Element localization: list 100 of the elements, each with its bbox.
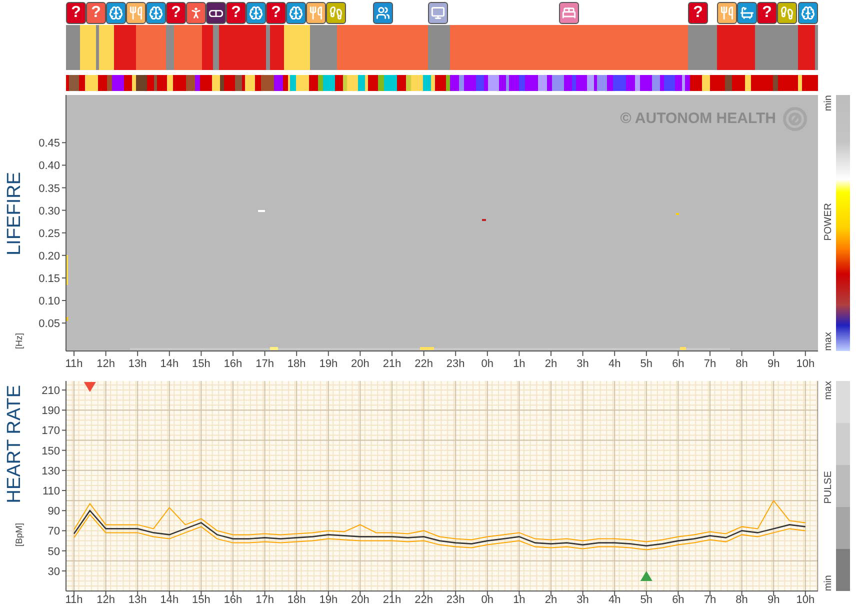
axis-tick-label: 0.20 [38,250,60,262]
axis-tick-label: 1h [513,594,526,606]
activity-marker[interactable] [146,2,166,24]
axis-tick-label: 23h [446,358,465,370]
footprints-icon [780,6,794,20]
axis-tick-label: 19h [319,358,338,370]
axis-tick-label: 2h [544,594,558,606]
axis-tick-label: 18h [287,358,306,370]
activity-marker[interactable]: ? [166,2,186,24]
brain-icon [289,6,303,20]
axis-tick-label: 23h [446,594,465,606]
brain-icon [249,6,263,20]
activity-marker[interactable]: ? [66,2,86,24]
axis-tick-label: 17h [256,358,274,370]
person-icon [189,6,203,20]
axis-tick-label: 12h [96,358,115,370]
axis-tick-label: 0.25 [38,228,60,240]
activity-marker[interactable] [372,2,392,24]
axis-tick-label: 20h [351,358,370,370]
axis-tick-label: 17h [256,594,274,606]
axis-tick-label: 150 [42,445,60,458]
axis-tick-label: 1h [513,358,526,370]
activity-marker[interactable] [737,2,757,24]
utensils-icon [720,6,734,20]
axis-tick-label: 130 [42,465,60,478]
axis-tick-label: 12h [96,594,115,606]
axis-tick-label: 21h [382,358,402,370]
activity-marker[interactable] [206,2,226,24]
legend-title: PULSE [822,470,835,504]
axis-tick-label: 2h [544,358,558,370]
chart-title: HEART RATE [2,385,26,504]
axis-tick-label: 6h [672,358,684,370]
axis-tick-label: 16h [224,594,242,606]
axis-tick-label: 3h [576,594,589,606]
axis-tick-label: 110 [42,486,60,498]
legend-label: min [822,574,835,591]
axis-tick-label: 3h [576,358,589,370]
unit-label: [Hz] [13,332,26,349]
axis-tick-label: 0.35 [38,182,60,195]
bed-icon [562,6,576,20]
axis-tick-label: 10h [796,594,815,606]
axis-tick-label: 20h [351,594,370,606]
axis-tick-label: 21h [382,594,402,606]
legend-label: max [822,381,835,400]
axis-tick-label: 30 [48,566,60,578]
activity-marker[interactable]: ? [757,2,777,24]
axis-tick-label: 13h [128,594,147,606]
axis-tick-label: 9h [767,358,780,370]
utensils-icon [129,6,143,20]
brain-icon [109,6,123,20]
activity-marker[interactable] [106,2,126,24]
axis-tick-label: 10h [796,358,815,370]
axis-tick-label: 0.30 [38,205,60,218]
axis-tick-label: 0h [481,594,494,606]
activity-marker[interactable] [428,2,448,24]
activity-marker[interactable] [798,2,818,24]
activity-marker[interactable] [186,2,206,24]
legend-title: POWER [822,202,835,240]
legend-label: min [822,95,835,112]
minimum-marker-icon [640,571,652,581]
bath-icon [740,6,754,20]
activity-marker[interactable] [306,2,326,24]
activity-marker[interactable]: ? [86,2,106,24]
axis-tick-label: 90 [48,506,60,518]
activity-marker[interactable]: ? [266,2,286,24]
axis-tick-label: 11h [65,358,83,370]
axis-tick-label: 5h [640,358,653,370]
activity-marker[interactable] [286,2,306,24]
axis-tick-label: 5h [640,594,653,606]
axis-tick-label: 15h [192,358,210,370]
activity-marker[interactable] [717,2,737,24]
chart-title: LIFEFIRE [2,172,26,256]
activity-marker[interactable]: ? [688,2,708,24]
axis-tick-label: 14h [160,594,179,606]
axis-tick-label: 22h [414,358,433,370]
axis-tick-label: 70 [48,526,60,538]
axis-tick-label: 7h [704,358,716,370]
axis-tick-label: 19h [319,594,338,606]
activity-marker[interactable] [126,2,146,24]
axis-tick-label: 11h [65,594,83,606]
activity-marker[interactable] [559,2,579,24]
axis-tick-label: 50 [48,546,60,558]
capsule-icon [209,10,223,16]
axis-tick-label: 0.05 [38,318,60,330]
axis-tick-label: 0.40 [38,160,60,172]
axis-tick-label: 190 [42,405,60,418]
activity-marker[interactable]: ? [226,2,246,24]
activity-marker[interactable] [246,2,266,24]
axis-tick-label: 0.45 [38,138,60,150]
axis-tick-label: 0.15 [38,272,60,285]
activity-marker[interactable] [777,2,797,24]
axis-tick-label: 4h [608,594,621,606]
axis-tick-label: 170 [42,425,60,438]
axis-tick-label: 22h [414,594,433,606]
footprints-icon [329,6,343,20]
axis-tick-label: 14h [160,358,179,370]
axis-tick-label: 210 [42,385,60,398]
brain-icon [801,6,815,20]
activity-marker[interactable] [326,2,346,24]
people-icon [376,6,390,20]
